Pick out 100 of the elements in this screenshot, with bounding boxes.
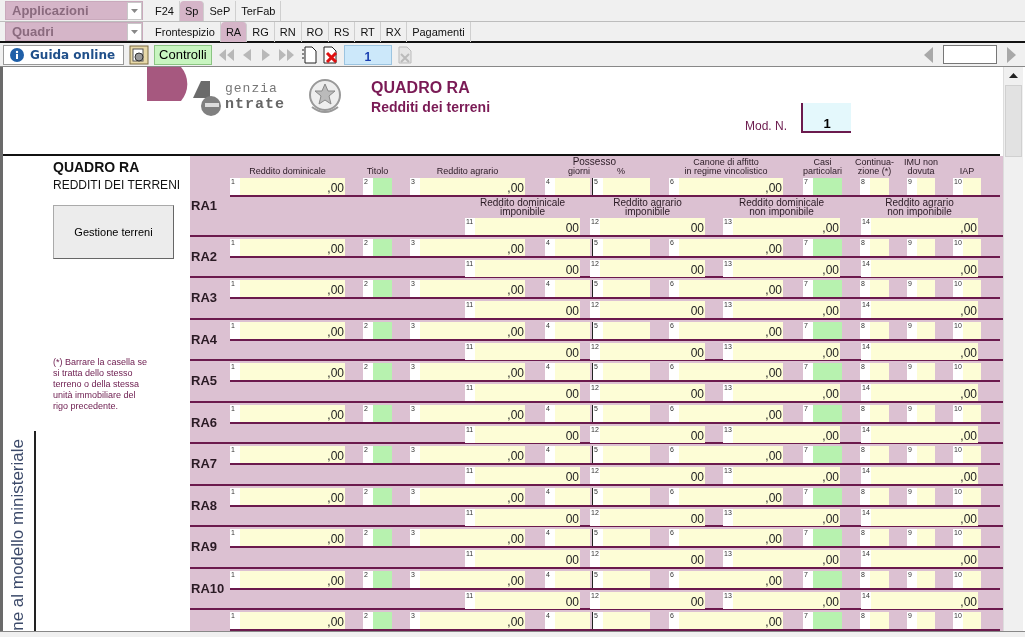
column-header: IMU non dovuta [904,158,938,176]
tab[interactable]: RG [247,21,275,42]
page-field[interactable]: 1 [343,44,392,65]
field-value: ,00 [765,367,783,380]
column-header: Possesso [572,157,616,167]
section-subtitle: REDDITI DEI TERRENI [53,178,181,192]
field-value: ,00 [507,284,525,297]
field-value: 00 [690,429,705,443]
field-value: ,00 [822,263,840,277]
field-value: ,00 [960,222,978,235]
field-value: ,00 [822,512,840,526]
row-label: RA5 [191,373,217,389]
row-label: RA6 [191,414,217,430]
field-value: ,00 [507,574,525,588]
document-icon[interactable] [129,44,150,65]
field-value: 00 [565,471,580,484]
logo-text: ntrate [225,96,285,113]
row-label: RA9 [191,539,217,555]
model-number-field[interactable]: 1 [801,103,851,133]
field-value: 00 [690,595,705,609]
field-value: ,00 [822,554,840,567]
column-header: giorni [568,167,590,176]
column-header: Continua- zione (*) [855,158,894,176]
field-value: ,00 [327,284,345,297]
column-header: Titolo [366,167,389,176]
field-value: 00 [690,346,705,360]
column-header: Reddito agrario [436,167,499,176]
info-icon [10,47,24,62]
previous-icon[interactable] [923,45,934,64]
model-label: Mod. N. [745,119,787,133]
field-value: 00 [690,305,705,318]
emblem-icon [307,77,343,115]
column-header: % [617,167,625,176]
field-value: ,00 [822,429,840,443]
tab[interactable]: Pagamenti [407,21,471,42]
field-value: ,00 [960,471,978,484]
column-header: Casi particolari [803,158,842,176]
form-subtitle: Redditi dei terreni [371,99,491,115]
field-value: 00 [690,263,705,277]
field-value: ,00 [765,242,783,256]
tab[interactable]: RT [355,21,381,42]
controls-button[interactable]: Controlli [154,44,212,65]
field-value: 00 [565,429,580,443]
input-field[interactable] [943,45,997,64]
field-value: ,00 [960,429,978,443]
scrollbar[interactable] [1003,67,1023,631]
field-value: ,00 [507,533,525,546]
column-header: Canone di affitto in regime vincolistico [684,158,768,176]
field-value: ,00 [327,367,345,380]
delete-page-icon[interactable] [321,45,339,64]
field-value: 00 [690,471,705,484]
field-value: 00 [565,346,580,360]
field-value: ,00 [765,284,783,297]
field-value: ,00 [507,408,525,422]
column-header: Reddito agrario non imponibile [885,198,954,216]
field-value: ,00 [960,554,978,567]
field-value: ,00 [765,408,783,422]
field-value: ,00 [822,346,840,360]
field-value: ,00 [822,222,840,235]
field-value: 00 [690,222,705,235]
field-value: ,00 [822,471,840,484]
tab[interactable]: RO [301,21,330,42]
new-page-icon[interactable] [300,45,317,64]
column-header: IAP [959,167,975,176]
footnote: (*) Barrare la casella se si tratta dello stesso terreno o della stessa unità immobiliare del rigo precedente. [53,357,149,412]
field-value: ,00 [327,242,345,256]
field-value: ,00 [822,388,840,401]
column-header: Reddito agrario imponibile [613,198,682,216]
tab[interactable]: RN [274,21,302,42]
help-button[interactable]: Guida online [3,44,125,65]
field-value: 00 [565,263,580,277]
field-value: ,00 [765,574,783,588]
field-value: ,00 [507,367,525,380]
row-label: RA7 [191,456,217,472]
tab[interactable]: RX [380,21,408,42]
field-value: 00 [565,388,580,401]
remove-page-icon[interactable] [396,45,412,64]
column-header: Reddito dominicale imponibile [479,198,566,216]
manage-button[interactable]: Gestione terreni [53,205,174,259]
field-value: ,00 [327,182,345,195]
tab[interactable]: TerFab [236,0,282,21]
field-value: ,00 [765,182,783,195]
field-value: ,00 [507,182,525,195]
tab[interactable]: F24 [150,0,180,21]
section-title: QUADRO RA [53,159,140,175]
field-value: ,00 [327,491,345,505]
tab[interactable]: Frontespizio [150,21,221,42]
row-label: RA4 [191,331,217,347]
tab[interactable]: SeP [204,0,237,21]
field-value: 00 [565,305,580,318]
scroll-thumb[interactable] [1005,85,1022,157]
field-value: ,00 [960,305,978,318]
field-value: ,00 [327,574,345,588]
field-value: ,00 [327,408,345,422]
column-header: Reddito dominicale [249,167,326,176]
field-value: ,00 [765,533,783,546]
tab[interactable]: RS [329,21,356,42]
tab[interactable]: Sp [179,0,205,21]
row-label: RA1 [191,197,217,213]
field-value: ,00 [765,325,783,339]
